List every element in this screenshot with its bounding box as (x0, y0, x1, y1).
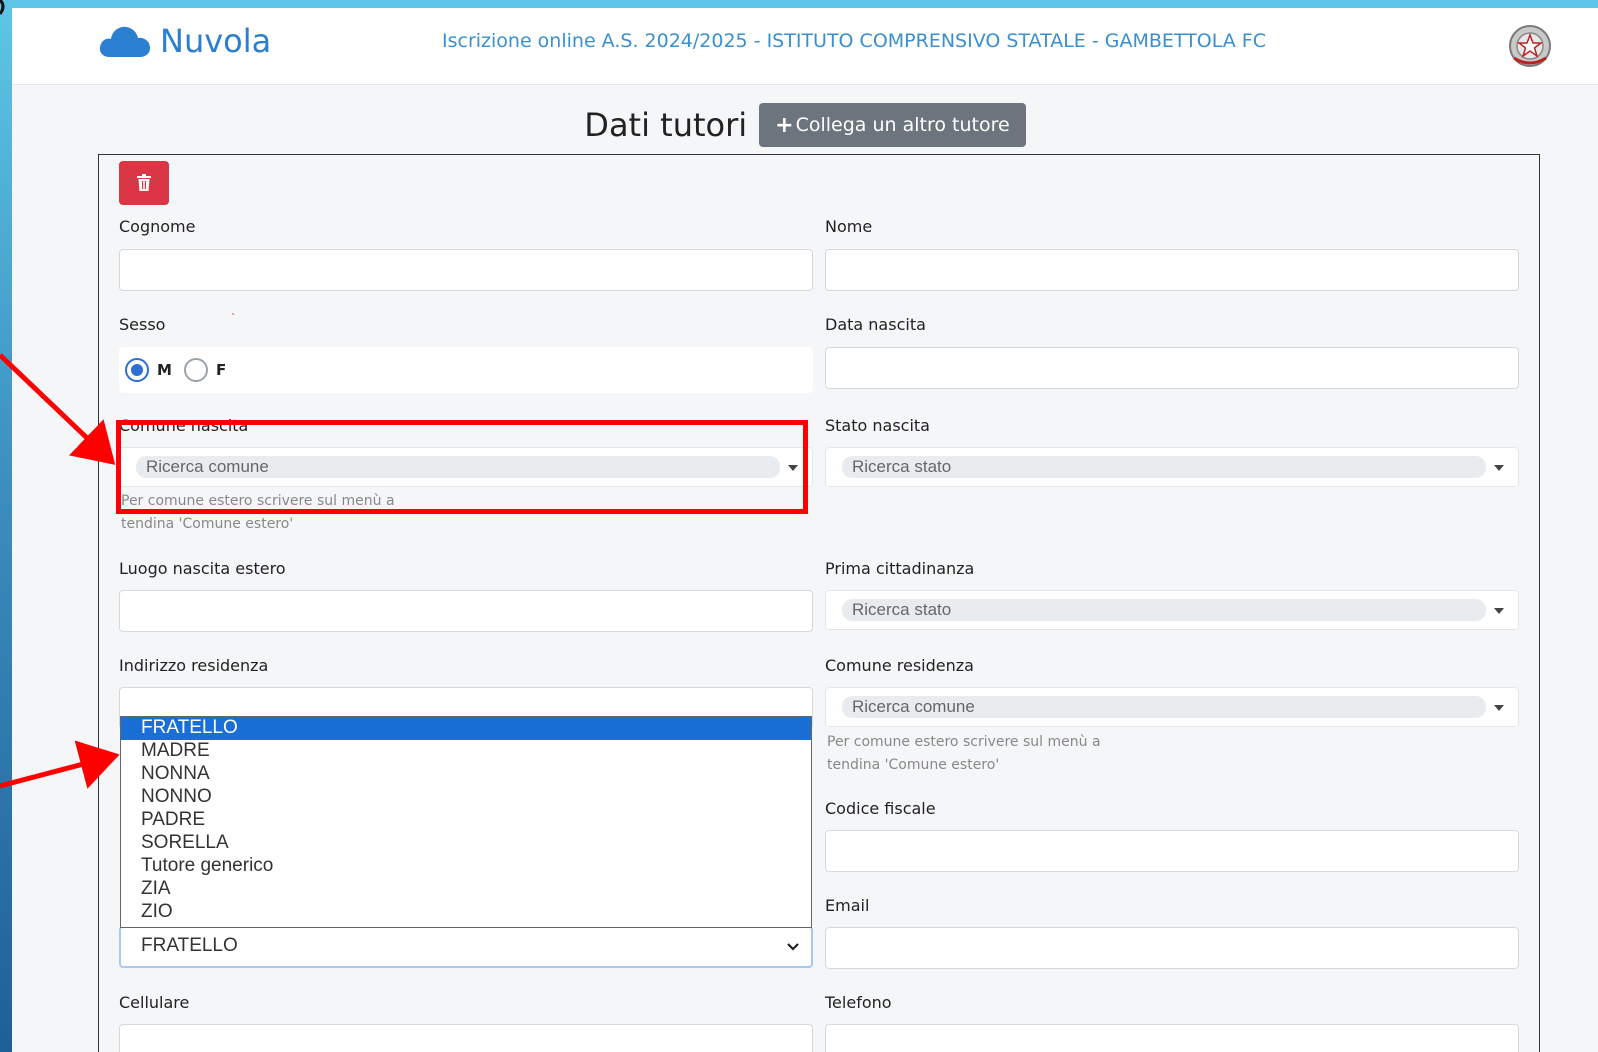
annotation-arrow-bottom (0, 740, 120, 789)
annotation-arrow-top (0, 353, 116, 465)
annotation-arrows (0, 0, 120, 789)
edge-mark (0, 0, 5, 15)
